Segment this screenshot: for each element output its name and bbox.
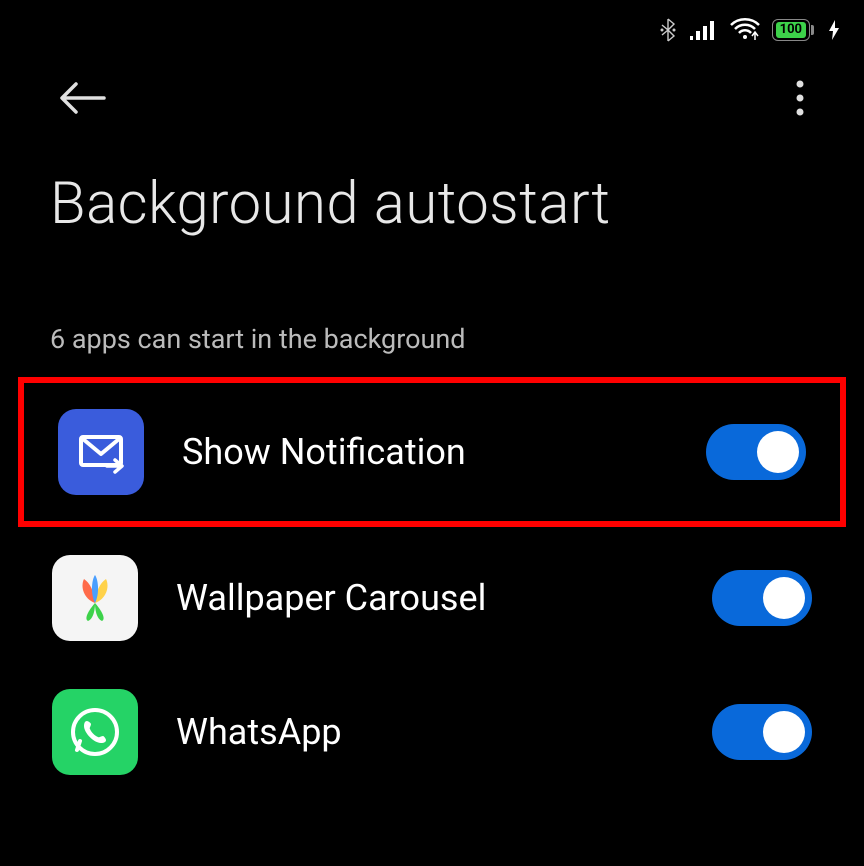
toggle-switch[interactable] — [706, 424, 806, 480]
back-button[interactable] — [60, 80, 106, 120]
nav-bar — [0, 60, 864, 140]
battery-icon: 100 — [772, 19, 810, 41]
tulip-icon — [52, 555, 138, 641]
app-label: Wallpaper Carousel — [176, 577, 674, 619]
more-menu-button[interactable] — [796, 80, 804, 120]
battery-level: 100 — [776, 22, 806, 38]
wifi-icon — [730, 18, 760, 42]
app-label: Show Notification — [182, 431, 668, 473]
app-label: WhatsApp — [176, 711, 674, 753]
signal-icon — [690, 19, 718, 41]
mail-forward-icon — [58, 409, 144, 495]
charging-icon — [828, 20, 840, 40]
bluetooth-icon — [658, 18, 678, 42]
app-row-whatsapp[interactable]: WhatsApp — [10, 665, 854, 799]
whatsapp-icon — [52, 689, 138, 775]
app-row-wallpaper-carousel[interactable]: Wallpaper Carousel — [10, 531, 854, 665]
app-list: Show Notification Wallpaper Carousel — [0, 377, 864, 799]
toggle-switch[interactable] — [712, 704, 812, 760]
toggle-switch[interactable] — [712, 570, 812, 626]
page-subtitle: 6 apps can start in the background — [0, 238, 864, 373]
page-title: Background autostart — [0, 140, 864, 238]
status-bar: 100 — [0, 0, 864, 60]
app-row-show-notification[interactable]: Show Notification — [18, 377, 846, 527]
